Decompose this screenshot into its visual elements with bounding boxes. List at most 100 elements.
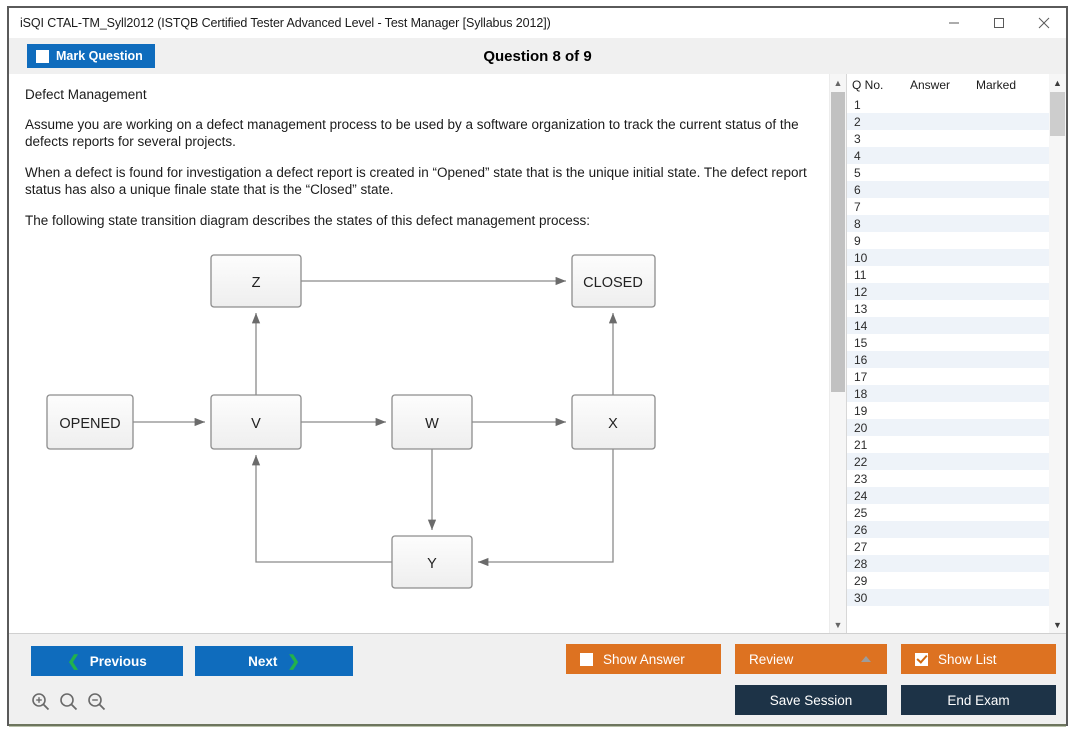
window-controls <box>931 8 1066 38</box>
question-pane-scrollbar[interactable]: ▲ ▼ <box>829 74 846 633</box>
review-dropdown[interactable]: Review <box>735 644 887 674</box>
table-row[interactable]: 16 <box>847 351 1066 368</box>
svg-text:CLOSED: CLOSED <box>583 275 643 291</box>
table-row[interactable]: 18 <box>847 385 1066 402</box>
diagram-node-z: Z <box>210 254 302 308</box>
table-row[interactable]: 19 <box>847 402 1066 419</box>
show-list-button[interactable]: Show List <box>901 644 1056 674</box>
table-row[interactable]: 6 <box>847 181 1066 198</box>
table-row[interactable]: 8 <box>847 215 1066 232</box>
question-list-scrollbar[interactable]: ▲ ▼ <box>1049 74 1066 633</box>
table-row[interactable]: 20 <box>847 419 1066 436</box>
table-row[interactable]: 23 <box>847 470 1066 487</box>
scroll-thumb[interactable] <box>831 92 845 392</box>
chevron-left-icon: ❮ <box>67 653 80 670</box>
svg-text:W: W <box>425 416 439 432</box>
scroll-down-icon[interactable]: ▼ <box>830 616 846 633</box>
show-answer-checkbox[interactable] <box>580 652 593 666</box>
cell-qno: 28 <box>854 556 868 571</box>
table-row[interactable]: 9 <box>847 232 1066 249</box>
app-window: iSQI CTAL-TM_Syll2012 (ISTQB Certified T… <box>7 6 1068 727</box>
list-scroll-up-icon[interactable]: ▲ <box>1049 74 1066 91</box>
table-row[interactable]: 21 <box>847 436 1066 453</box>
show-answer-label: Show Answer <box>603 651 685 667</box>
screen: iSQI CTAL-TM_Syll2012 (ISTQB Certified T… <box>0 0 1075 735</box>
question-list-header: Q No. Answer Marked <box>847 74 1066 96</box>
table-row[interactable]: 4 <box>847 147 1066 164</box>
svg-text:Y: Y <box>427 556 437 572</box>
show-answer-button[interactable]: Show Answer <box>566 644 721 674</box>
cell-qno: 4 <box>854 148 861 163</box>
svg-text:OPENED: OPENED <box>59 416 120 432</box>
question-list-pane: Q No. Answer Marked 1 2 3 4 5 6 7 8 9 10 11 12 13 14 1… <box>847 74 1066 633</box>
body: Defect Management Assume you are working… <box>9 74 1066 633</box>
list-scroll-thumb[interactable] <box>1050 92 1065 136</box>
zoom-controls <box>31 692 106 711</box>
table-row[interactable]: 1 <box>847 96 1066 113</box>
show-list-label: Show List <box>938 651 997 667</box>
table-row[interactable]: 11 <box>847 266 1066 283</box>
cell-qno: 24 <box>854 488 868 503</box>
question-heading: Defect Management <box>25 87 147 102</box>
table-row[interactable]: 30 <box>847 589 1066 606</box>
show-list-checkbox[interactable] <box>915 652 928 666</box>
table-row[interactable]: 7 <box>847 198 1066 215</box>
table-row[interactable]: 5 <box>847 164 1066 181</box>
cell-qno: 29 <box>854 573 868 588</box>
cell-qno: 19 <box>854 403 868 418</box>
cell-qno: 5 <box>854 165 861 180</box>
table-row[interactable]: 25 <box>847 504 1066 521</box>
table-row[interactable]: 22 <box>847 453 1066 470</box>
table-row[interactable]: 12 <box>847 283 1066 300</box>
cell-qno: 27 <box>854 539 868 554</box>
table-row[interactable]: 3 <box>847 130 1066 147</box>
table-row[interactable]: 15 <box>847 334 1066 351</box>
chevron-right-icon: ❯ <box>287 653 300 670</box>
table-row[interactable]: 10 <box>847 249 1066 266</box>
minimize-icon[interactable] <box>931 8 976 38</box>
close-icon[interactable] <box>1021 8 1066 38</box>
table-row[interactable]: 26 <box>847 521 1066 538</box>
table-row[interactable]: 29 <box>847 572 1066 589</box>
table-row[interactable]: 27 <box>847 538 1066 555</box>
mark-question-checkbox[interactable] <box>36 49 49 63</box>
end-exam-button[interactable]: End Exam <box>901 685 1056 715</box>
cell-qno: 18 <box>854 386 868 401</box>
question-list-rows[interactable]: 1 2 3 4 5 6 7 8 9 10 11 12 13 14 15 16 17 18 19 20 21 22 23 24 2… <box>847 96 1066 633</box>
zoom-in-icon[interactable] <box>31 692 50 711</box>
cell-qno: 22 <box>854 454 868 469</box>
list-scroll-down-icon[interactable]: ▼ <box>1049 616 1066 633</box>
cell-qno: 11 <box>854 267 867 282</box>
zoom-out-icon[interactable] <box>87 692 106 711</box>
table-row[interactable]: 28 <box>847 555 1066 572</box>
window-title: iSQI CTAL-TM_Syll2012 (ISTQB Certified T… <box>20 16 551 30</box>
cell-qno: 25 <box>854 505 868 520</box>
cell-qno: 8 <box>854 216 861 231</box>
previous-button[interactable]: ❮ Previous <box>31 646 183 676</box>
diagram-node-closed: CLOSED <box>571 254 656 308</box>
scroll-up-icon[interactable]: ▲ <box>830 74 846 91</box>
table-row[interactable]: 14 <box>847 317 1066 334</box>
diagram-node-x: X <box>571 394 656 450</box>
column-header-qno: Q No. <box>852 77 884 92</box>
table-row[interactable]: 24 <box>847 487 1066 504</box>
cell-qno: 14 <box>854 318 868 333</box>
chevron-up-icon <box>861 656 871 662</box>
question-pane: Defect Management Assume you are working… <box>9 74 847 633</box>
column-header-marked: Marked <box>976 77 1017 92</box>
next-label: Next <box>248 653 278 669</box>
save-session-button[interactable]: Save Session <box>735 685 887 715</box>
cell-qno: 10 <box>854 250 868 265</box>
table-row[interactable]: 17 <box>847 368 1066 385</box>
cell-qno: 12 <box>854 284 868 299</box>
svg-text:Z: Z <box>252 275 261 291</box>
cell-qno: 21 <box>854 437 868 452</box>
next-button[interactable]: Next ❯ <box>195 646 353 676</box>
zoom-reset-icon[interactable] <box>59 692 78 711</box>
diagram-node-v: V <box>210 394 302 450</box>
maximize-icon[interactable] <box>976 8 1021 38</box>
table-row[interactable]: 13 <box>847 300 1066 317</box>
end-exam-label: End Exam <box>947 692 1010 708</box>
mark-question-button[interactable]: Mark Question <box>27 44 155 68</box>
table-row[interactable]: 2 <box>847 113 1066 130</box>
